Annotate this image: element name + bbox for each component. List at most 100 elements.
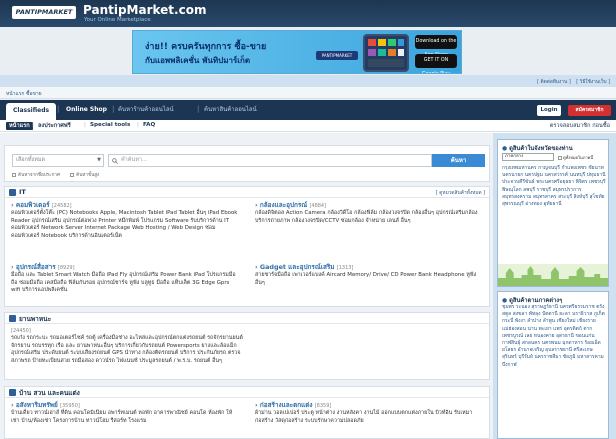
panel-header: IT [ ดูหมวดสินค้าทั้งหมด ]	[5, 187, 489, 198]
panel-title[interactable]: บ้าน สวน และคนแต่ง	[19, 388, 80, 398]
tab-classifieds[interactable]: Classifieds	[6, 103, 57, 120]
tab-find-products[interactable]: ค้นหาสินค้าออนไลน์	[204, 104, 257, 116]
category-select[interactable]: เลือกทั้งหมด ▼	[12, 154, 104, 167]
contact-link[interactable]: [ ติดต่อทีมงาน ]	[537, 80, 571, 85]
category-links[interactable]: มือถือ และ Tablet Smart Watch มือถือ iPa…	[11, 272, 239, 294]
category-select-value: เลือกทั้งหมด	[16, 157, 46, 163]
main-nav: Classifieds | Online Shop | ค้นหาร้านค้า…	[0, 100, 616, 120]
google-play-button[interactable]: GET IT ON Google Play	[415, 54, 457, 73]
region-all-option: ดูทั้งหมดในภาคนี้	[558, 154, 593, 161]
phone-illustration	[363, 34, 409, 72]
nav-divider: |	[197, 105, 200, 113]
province-box-title-text: ดูสินค้าในจังหวัดของท่าน	[509, 146, 573, 152]
site-logo[interactable]: PANTIPMARKET	[12, 6, 76, 19]
category-name[interactable]: ก่อสร้างและตกแต่ง	[260, 401, 313, 409]
subnav-divider: |	[84, 122, 86, 128]
nav-divider: |	[57, 105, 60, 113]
banner-headline: ง่าย!! ครบครันทุกการ ซื้อ-ขาย	[145, 42, 267, 52]
register-button[interactable]: สมัครสมาชิก	[568, 105, 611, 116]
category-block: [24450] รถเก๋ง รถกระบะ รถมอเตอร์ไซค์ รถต…	[11, 327, 251, 365]
category-block: › อุปกรณ์สื่อสาร [8929] มือถือ และ Table…	[11, 263, 239, 295]
sub-nav: หน้าแรก | ลงประกาศฟรี | Special tools | …	[0, 120, 616, 132]
tab-online-shop[interactable]: Online Shop	[62, 104, 111, 116]
region-all-checkbox[interactable]	[558, 156, 562, 160]
banner-subline: กับแอพพลิเคชั่น พันทิปมาร์เก็ต	[145, 56, 251, 65]
search-input[interactable]: คำค้นหา...	[108, 154, 432, 167]
advanced-search-label: ค้นหาขั้นสูง	[76, 173, 100, 178]
province-box: ● ดูสินค้าในจังหวัดของท่าน ภาคกลาง ดูทั้…	[497, 139, 609, 287]
category-name[interactable]: Gadget และอุปกรณ์เสริม	[260, 263, 335, 271]
subnav-special-tools[interactable]: Special tools	[90, 122, 130, 128]
breadcrumb-bar: หน้าแรก ซื้อขาย	[0, 87, 616, 99]
app-banner[interactable]: ง่าย!! ครบครันทุกการ ซื้อ-ขาย กับแอพพลิเ…	[132, 30, 462, 74]
category-block: › อสังหาริมทรัพย์ [35950] บ้านเดี่ยว ทาว…	[11, 401, 239, 425]
category-panel-it: IT [ ดูหมวดสินค้าทั้งหมด ] › คอมพิวเตอร์…	[4, 186, 490, 307]
category-count: [4884]	[309, 203, 327, 209]
chevron-down-icon: ▼	[97, 157, 101, 163]
category-count: [1313]	[336, 265, 354, 271]
category-name[interactable]: กล้องและอุปกรณ์	[260, 201, 307, 209]
category-count: [35950]	[60, 403, 80, 409]
subnav-faq[interactable]: FAQ	[143, 122, 155, 128]
category-name[interactable]: อสังหาริมทรัพย์	[16, 401, 58, 409]
panel-title[interactable]: ยานพาหนะ	[19, 314, 51, 324]
category-panel-home: บ้าน สวน และคนแต่ง › อสังหาริมทรัพย์ [35…	[4, 386, 490, 439]
subnav-home[interactable]: หน้าแรก	[6, 122, 33, 130]
category-links[interactable]: ผ้าม่าน วอลเปเปอร์ ประตู หน้าต่าง งานหลั…	[255, 410, 483, 425]
header: PANTIPMARKET PantipMarket.com Your Onlin…	[0, 0, 616, 100]
search-placeholder: คำค้นหา...	[121, 157, 148, 163]
utility-bar: [ ติดต่อทีมงาน ] [ วิธีใช้งานเว็บ ]	[0, 75, 616, 87]
user-links: [ ติดต่อทีมงาน ] [ วิธีใช้งานเว็บ ]	[533, 78, 610, 86]
banner-logo: PANTIPMARKET	[316, 51, 358, 60]
category-name[interactable]: อุปกรณ์สื่อสาร	[16, 263, 56, 271]
category-count: [8929]	[57, 265, 75, 271]
panel-title[interactable]: IT	[19, 188, 26, 196]
search-box: เลือกทั้งหมด ▼ คำค้นหา... ค้นหา ค้นหาจาก…	[4, 145, 490, 182]
top-bar: PANTIPMARKET PantipMarket.com Your Onlin…	[0, 0, 616, 27]
category-links[interactable]: สายชาร์จมือถือ เพาเวอร์แบงค์ Aircard Mem…	[255, 272, 483, 287]
category-name[interactable]: คอมพิวเตอร์	[16, 201, 50, 209]
panel-header: บ้าน สวน และคนแต่ง	[5, 387, 489, 398]
category-count: [8359]	[314, 403, 332, 409]
region-select[interactable]: ภาคกลาง	[502, 153, 554, 161]
search-button[interactable]: ค้นหา	[432, 154, 485, 167]
check-member-link[interactable]: ตรวจสอบสมาชิก ก่อนซื้อ	[550, 122, 610, 130]
tab-find-stores[interactable]: ค้นหาร้านค้าออนไลน์	[118, 104, 174, 116]
subnav-divider: |	[137, 122, 139, 128]
house-icon	[9, 389, 16, 396]
province-box-title: ● ดูสินค้าในจังหวัดของท่าน	[502, 143, 573, 153]
subnav-post-free[interactable]: ลงประกาศฟรี	[38, 122, 71, 130]
title-only-label: ค้นหาจากชื่อประกาศ	[18, 173, 60, 178]
car-icon	[9, 315, 16, 322]
province-list[interactable]: กรุงเทพมหานคร กาญจนบุรี กำแพงเพชร ชัยนาท…	[502, 165, 608, 208]
app-grid-icon	[368, 39, 404, 67]
region-all-label: ดูทั้งหมดในภาคนี้	[563, 155, 594, 160]
region-province-list[interactable]: ชุมพร ระนอง สุราษฎร์ธานี นครศรีธรรมราช ต…	[502, 304, 608, 369]
search-icon	[112, 158, 118, 164]
subnav-divider: |	[32, 122, 34, 128]
title-only-checkbox[interactable]	[12, 172, 16, 177]
view-all-link[interactable]: [ ดูหมวดสินค้าทั้งหมด ]	[436, 189, 485, 197]
category-block: › คอมพิวเตอร์ [24582] คอมพิวเตอร์ตั้งโต๊…	[11, 201, 239, 240]
help-link[interactable]: [ วิธีใช้งานเว็บ ]	[576, 80, 610, 85]
category-links[interactable]: บ้านเดี่ยว ทาวน์เฮาส์ ที่ดิน คอนโดมิเนีย…	[11, 410, 239, 425]
site-slogan: Your Online Marketplace	[84, 17, 151, 23]
region-box: ● ดูสินค้าตามภาคต่างๆ ชุมพร ระนอง สุราษฎ…	[497, 291, 609, 439]
monitor-icon	[9, 189, 16, 196]
site-title[interactable]: PantipMarket.com	[83, 3, 206, 17]
category-links[interactable]: คอมพิวเตอร์ตั้งโต๊ะ (PC) Notebooks Apple…	[11, 210, 239, 240]
breadcrumb[interactable]: หน้าแรก ซื้อขาย	[6, 90, 42, 98]
sidebar: ● ดูสินค้าในจังหวัดของท่าน ภาคกลาง ดูทั้…	[493, 133, 616, 439]
category-links[interactable]: รถเก๋ง รถกระบะ รถมอเตอร์ไซค์ รถตู้ เครื่…	[11, 335, 251, 365]
advanced-search-checkbox[interactable]	[70, 172, 75, 177]
search-options: ค้นหาจากชื่อประกาศ ค้นหาขั้นสูง	[12, 172, 99, 179]
category-count: [24582]	[51, 203, 72, 209]
category-count: [24450]	[11, 328, 31, 334]
panel-header: ยานพาหนะ	[5, 313, 489, 324]
skyline-illustration	[498, 264, 608, 286]
app-store-button[interactable]: Download on the App Store	[415, 35, 457, 58]
category-block: › Gadget และอุปกรณ์เสริม [1313] สายชาร์จ…	[255, 263, 483, 287]
login-button[interactable]: Login	[537, 105, 561, 116]
category-links[interactable]: กล้องดิจิตอล Action Camera กล้องวิดีโอ ก…	[255, 210, 483, 225]
nav-divider: |	[112, 105, 115, 113]
